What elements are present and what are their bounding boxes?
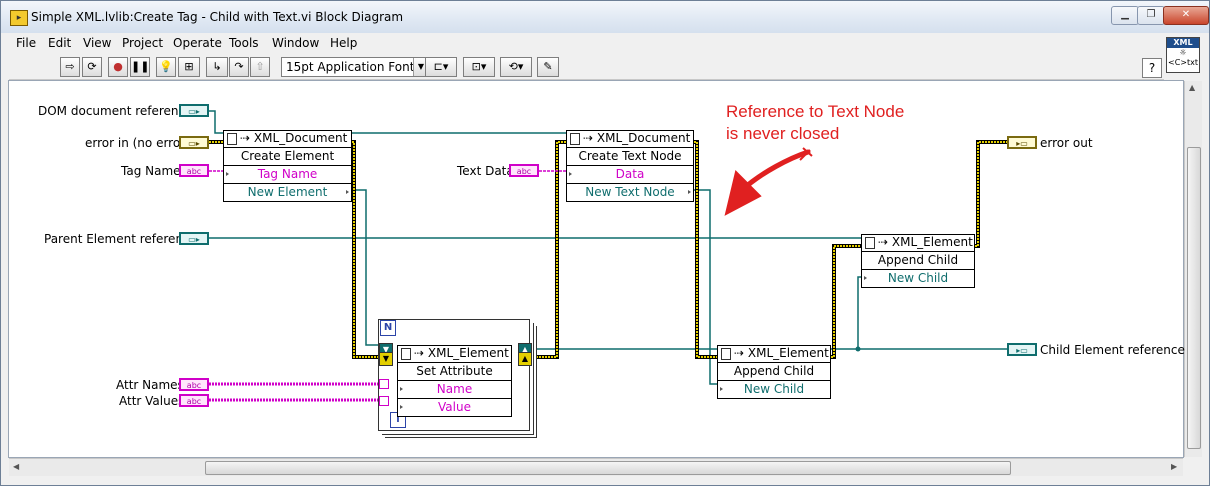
annotation-arrow (739, 149, 811, 193)
terminal-error-in[interactable]: ▭▸ (179, 136, 209, 149)
node-append-child-text[interactable]: ⇢ XML_Element Append Child New Child (717, 345, 831, 399)
node-class: XML_Element (891, 235, 973, 249)
node-input: New Child (718, 381, 830, 398)
node-input: New Child (862, 270, 974, 287)
reference-icon (227, 133, 237, 145)
node-output-label: New Text Node (585, 185, 675, 199)
terminal-attr-names[interactable]: abc (179, 378, 209, 391)
wire-new-element (352, 189, 380, 346)
label-error-out: error out (1040, 136, 1093, 150)
node-header: ⇢ XML_Document (224, 131, 351, 148)
node-class: XML_Element (747, 346, 829, 360)
node-input: Tag Name (224, 166, 351, 184)
terminal-tag-name[interactable]: abc (179, 164, 209, 177)
node-input: Data (567, 166, 693, 184)
loop-count-terminal[interactable]: N (380, 320, 396, 336)
node-header: ⇢ XML_Element (862, 235, 974, 252)
reference-icon (721, 348, 731, 360)
node-class: XML_Document (253, 131, 348, 145)
node-class: XML_Document (596, 131, 691, 145)
wire-dom-ref (209, 110, 224, 134)
node-method: Create Element (224, 148, 351, 166)
node-input-label: Tag Name (257, 167, 318, 181)
node-header: ⇢ XML_Document (567, 131, 693, 148)
node-set-attribute[interactable]: ⇢ XML_Element Set Attribute Name Value (397, 345, 512, 417)
node-append-child-parent[interactable]: ⇢ XML_Element Append Child New Child (861, 234, 975, 288)
label-child-element-reference: Child Element reference (1040, 343, 1185, 357)
node-output: New Text Node (567, 184, 693, 201)
terminal-parent-element-reference[interactable]: ▭▸ (179, 232, 209, 245)
node-output: New Element (224, 184, 351, 201)
node-input-label: Data (615, 167, 645, 181)
terminal-error-out[interactable]: ▸▭ (1007, 136, 1037, 149)
node-input-value: Value (398, 399, 511, 416)
tunnel-attr-values[interactable] (379, 396, 389, 406)
wire-junction (855, 346, 861, 352)
label-text-data: Text Data (457, 164, 514, 178)
node-header: ⇢ XML_Element (398, 346, 511, 363)
annotation-line-1: Reference to Text Node (726, 102, 905, 121)
node-input-name: Name (398, 381, 511, 399)
label-parent-element-reference: Parent Element reference (44, 232, 198, 246)
node-method: Append Child (718, 363, 830, 381)
node-method: Create Text Node (567, 148, 693, 166)
node-header: ⇢ XML_Element (718, 346, 830, 363)
wire-error-6 (975, 140, 1007, 248)
node-create-text-node[interactable]: ⇢ XML_Document Create Text Node Data New… (566, 130, 694, 202)
terminal-attr-values[interactable]: abc (179, 394, 209, 407)
node-input-label: New Child (887, 271, 949, 285)
terminal-child-element-reference[interactable]: ▸▭ (1007, 343, 1037, 356)
node-input-label: Value (438, 400, 471, 414)
label-attr-values: Attr Values (119, 394, 185, 408)
label-error-in: error in (no error) (85, 136, 190, 150)
reference-icon (865, 237, 875, 249)
annotation-line-2: is never closed (726, 124, 840, 143)
terminal-dom-document-reference[interactable]: ▭▸ (179, 104, 209, 117)
terminal-text-data[interactable]: abc (509, 164, 539, 177)
node-class: XML_Element (427, 346, 509, 360)
reference-icon (570, 133, 580, 145)
label-tag-name: Tag Name (121, 164, 181, 178)
node-method: Append Child (862, 252, 974, 270)
node-method: Set Attribute (398, 363, 511, 381)
tunnel-attr-names[interactable] (379, 379, 389, 389)
label-attr-names: Attr Names (116, 378, 184, 392)
shift-register-error-right[interactable]: ▲ (518, 352, 532, 366)
annotation-text: Reference to Text Node is never closed (726, 101, 904, 145)
label-dom-document-reference: DOM document reference (38, 104, 193, 118)
node-input-label: New Child (743, 382, 805, 396)
wire-error-4 (694, 140, 718, 359)
shift-register-error-left[interactable]: ▼ (379, 352, 393, 366)
node-create-element[interactable]: ⇢ XML_Document Create Element Tag Name N… (223, 130, 352, 202)
node-output-label: New Element (247, 185, 328, 199)
reference-icon (401, 348, 411, 360)
node-input-label: Name (436, 382, 473, 396)
